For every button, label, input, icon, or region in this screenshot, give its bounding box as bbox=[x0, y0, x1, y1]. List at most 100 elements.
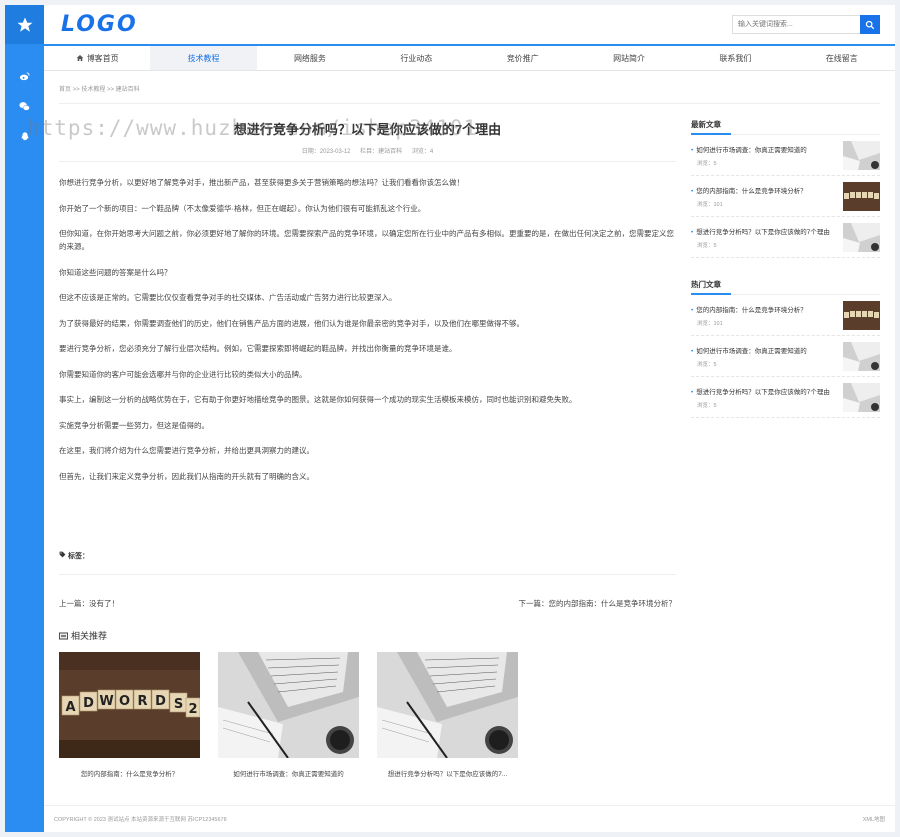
paragraph: 你知道这些问题的答案是什么吗？ bbox=[59, 267, 172, 277]
list-item-title: 想进行竞争分析吗？以下是你应该做的7个理由 bbox=[691, 226, 831, 236]
nav-item-guestbook[interactable]: 在线留言 bbox=[789, 46, 895, 70]
weibo-icon bbox=[19, 71, 30, 80]
list-item-views: 浏览：5 bbox=[697, 242, 717, 249]
page-container: LOGO 博客首页 技术教程 网络服务 行业动态 竞价推广 网站简介 联系我们 … bbox=[44, 5, 895, 832]
list-item-title: 您的内部指南：什么是竞争环境分析？ bbox=[691, 304, 831, 314]
nav-item-contact[interactable]: 联系我们 bbox=[682, 46, 788, 70]
nav-item-tutorials[interactable]: 技术教程 bbox=[150, 46, 257, 70]
article: 想进行竞争分析吗？以下是你应该做的7个理由 日期：2023-03-12 栏目：建… bbox=[59, 119, 676, 778]
paragraph: 但首先，让我们来定义竞争分析，因此我们从指南的开头就有了明确的含义。 bbox=[59, 471, 314, 481]
article-column: 栏目：建站百科 bbox=[360, 149, 403, 155]
article-title: 想进行竞争分析吗？以下是你应该做的7个理由 bbox=[233, 122, 502, 137]
adwords-tiles-thumb bbox=[843, 181, 880, 211]
svg-text:W: W bbox=[99, 694, 113, 709]
svg-text:R: R bbox=[137, 694, 147, 709]
search-box bbox=[732, 15, 880, 34]
right-sidebar: 最新文章 如何进行市场调查：你真正需要知道的浏览：5 您的内部指南：什么是竞争环… bbox=[691, 119, 880, 439]
laptop-desk-image bbox=[377, 652, 518, 759]
list-item-views: 浏览：5 bbox=[697, 361, 717, 368]
divider bbox=[59, 161, 676, 162]
qq-icon bbox=[21, 131, 28, 140]
list-item-title: 如何进行市场调查：你真正需要知道的 bbox=[691, 144, 831, 154]
next-article-link[interactable]: 下一篇：您的内部指南：什么是竞争环境分析？ bbox=[519, 598, 677, 609]
paragraph: 你需要知道你的客户可能会选哪并与你的企业进行比较的类似大小的品牌。 bbox=[59, 369, 307, 379]
paragraph: 要进行竞争分析，您必须充分了解行业层次结构。例如，它需要探索即将崛起的鞋品牌，并… bbox=[59, 344, 457, 353]
nav-item-services[interactable]: 网络服务 bbox=[257, 46, 363, 70]
hot-list: 您的内部指南：什么是竞争环境分析？ 浏览：101 如何进行市场调查：你真正需要知道… bbox=[691, 295, 880, 418]
paragraph: 为了获得最好的结果，你需要调查他们的历史，他们在销售产品方面的进展，他们认为谁是… bbox=[59, 318, 524, 328]
list-item[interactable]: 想进行竞争分析吗？以下是你应该做的7个理由浏览：5 bbox=[691, 377, 880, 418]
site-logo[interactable]: LOGO bbox=[61, 12, 138, 37]
svg-text:A: A bbox=[65, 700, 75, 715]
related-caption: 如何进行市场调查：你真正需要知道的 bbox=[233, 771, 344, 778]
nav-item-news[interactable]: 行业动态 bbox=[363, 46, 469, 70]
tag-icon bbox=[59, 551, 66, 558]
nav-label: 技术教程 bbox=[187, 53, 220, 63]
laptop-desk-thumb bbox=[843, 341, 880, 371]
list-item-title: 如何进行市场调查：你真正需要知道的 bbox=[691, 345, 831, 355]
laptop-desk-thumb bbox=[843, 222, 880, 252]
related-card[interactable]: 想进行竞争分析吗？以下是你应该做的7... bbox=[377, 652, 518, 778]
nav-label: 网络服务 bbox=[293, 53, 326, 63]
nav-item-about[interactable]: 网站简介 bbox=[576, 46, 682, 70]
list-item-views: 浏览：5 bbox=[697, 402, 717, 409]
related-card[interactable]: 如何进行市场调查：你真正需要知道的 bbox=[218, 652, 359, 778]
article-views: 浏览：4 bbox=[411, 149, 434, 155]
article-tags: 标签： bbox=[59, 551, 89, 561]
copyright: COPYRIGHT © 2023 测试站点 本站资源来源于互联网 苏ICP123… bbox=[54, 817, 227, 823]
latest-heading: 最新文章 bbox=[691, 119, 880, 135]
qq-button[interactable] bbox=[5, 121, 44, 151]
article-date: 日期：2023-03-12 bbox=[301, 149, 351, 155]
list-item[interactable]: 您的内部指南：什么是竞争环境分析？ 浏览：101 bbox=[691, 176, 880, 217]
left-social-bar bbox=[5, 5, 44, 832]
related-caption: 想进行竞争分析吗？以下是你应该做的7... bbox=[387, 771, 508, 778]
weibo-button[interactable] bbox=[5, 61, 44, 91]
nav-label: 在线留言 bbox=[825, 53, 858, 63]
related-list: ADW ORD S2 您的内部指南：什么是竞争分析？ 如何进行市场调查：你真正需… bbox=[59, 652, 518, 778]
nav-label: 行业动态 bbox=[400, 53, 433, 63]
article-body: 你想进行竞争分析，以更好地了解竞争对手，推出新产品，甚至获得更多关于营销策略的想… bbox=[59, 176, 676, 483]
main-nav: 博客首页 技术教程 网络服务 行业动态 竞价推广 网站简介 联系我们 在线留言 bbox=[44, 44, 895, 71]
news-icon bbox=[59, 632, 68, 639]
nav-label: 竞价推广 bbox=[506, 53, 539, 63]
nav-label: 联系我们 bbox=[719, 53, 752, 63]
laptop-desk-thumb bbox=[843, 382, 880, 412]
paragraph: 实施竞争分析需要一些努力，但这是值得的。 bbox=[59, 420, 209, 430]
search-input[interactable] bbox=[732, 15, 860, 34]
nav-item-home[interactable]: 博客首页 bbox=[44, 46, 150, 70]
list-item-views: 浏览：101 bbox=[697, 320, 723, 327]
latest-list: 如何进行市场调查：你真正需要知道的浏览：5 您的内部指南：什么是竞争环境分析？ 浏… bbox=[691, 135, 880, 258]
list-item-views: 浏览：5 bbox=[697, 160, 717, 167]
prev-article-link[interactable]: 上一篇：没有了！ bbox=[59, 598, 119, 609]
adwords-tiles-image: ADW ORD S2 bbox=[59, 652, 201, 758]
paragraph: 事实上，编制这一分析的战略优势在于，它有助于你更好地描绘竞争的图景。这就是你如何… bbox=[59, 395, 577, 404]
related-caption: 您的内部指南：什么是竞争分析？ bbox=[80, 771, 179, 778]
svg-text:2: 2 bbox=[188, 702, 197, 717]
paragraph: 你想进行竞争分析，以更好地了解竞争对手，推出新产品，甚至获得更多关于营销策略的想… bbox=[59, 178, 464, 187]
nav-item-ads[interactable]: 竞价推广 bbox=[470, 46, 576, 70]
breadcrumb[interactable]: 首页 >> 技术教程 >> 建站百科 bbox=[59, 84, 140, 93]
wechat-button[interactable] bbox=[5, 91, 44, 121]
list-item[interactable]: 您的内部指南：什么是竞争环境分析？ 浏览：101 bbox=[691, 295, 880, 336]
paragraph: 但这不应该是正常的。它需要比仅仅查看竞争对手的社交媒体、广告活动或广告努力进行比… bbox=[59, 293, 397, 302]
home-icon bbox=[76, 55, 84, 61]
list-item[interactable]: 如何进行市场调查：你真正需要知道的浏览：5 bbox=[691, 336, 880, 377]
sitemap-link[interactable]: XML地图 bbox=[863, 815, 885, 823]
divider bbox=[59, 103, 880, 104]
list-item[interactable]: 想进行竞争分析吗？以下是你应该做的7个理由浏览：5 bbox=[691, 217, 880, 258]
list-item-title: 您的内部指南：什么是竞争环境分析？ bbox=[691, 185, 831, 195]
paragraph: 你开始了一个新的项目：一个鞋品牌（不太像爱德华·格林，但正在崛起）。你认为他们很… bbox=[59, 203, 426, 213]
header: LOGO bbox=[44, 5, 895, 44]
list-item[interactable]: 如何进行市场调查：你真正需要知道的浏览：5 bbox=[691, 135, 880, 176]
star-icon bbox=[17, 17, 32, 32]
search-button[interactable] bbox=[860, 15, 880, 34]
favorite-button[interactable] bbox=[5, 5, 44, 44]
laptop-desk-image bbox=[218, 652, 359, 759]
article-meta: 日期：2023-03-12 栏目：建站百科 浏览：4 bbox=[59, 146, 676, 155]
prev-next-nav: 上一篇：没有了！ 下一篇：您的内部指南：什么是竞争环境分析？ bbox=[59, 574, 676, 609]
nav-label: 网站简介 bbox=[613, 53, 646, 63]
svg-text:O: O bbox=[119, 694, 130, 709]
svg-text:D: D bbox=[83, 696, 94, 711]
tags-label: 标签： bbox=[67, 553, 89, 560]
related-card[interactable]: ADW ORD S2 您的内部指南：什么是竞争分析？ bbox=[59, 652, 201, 778]
